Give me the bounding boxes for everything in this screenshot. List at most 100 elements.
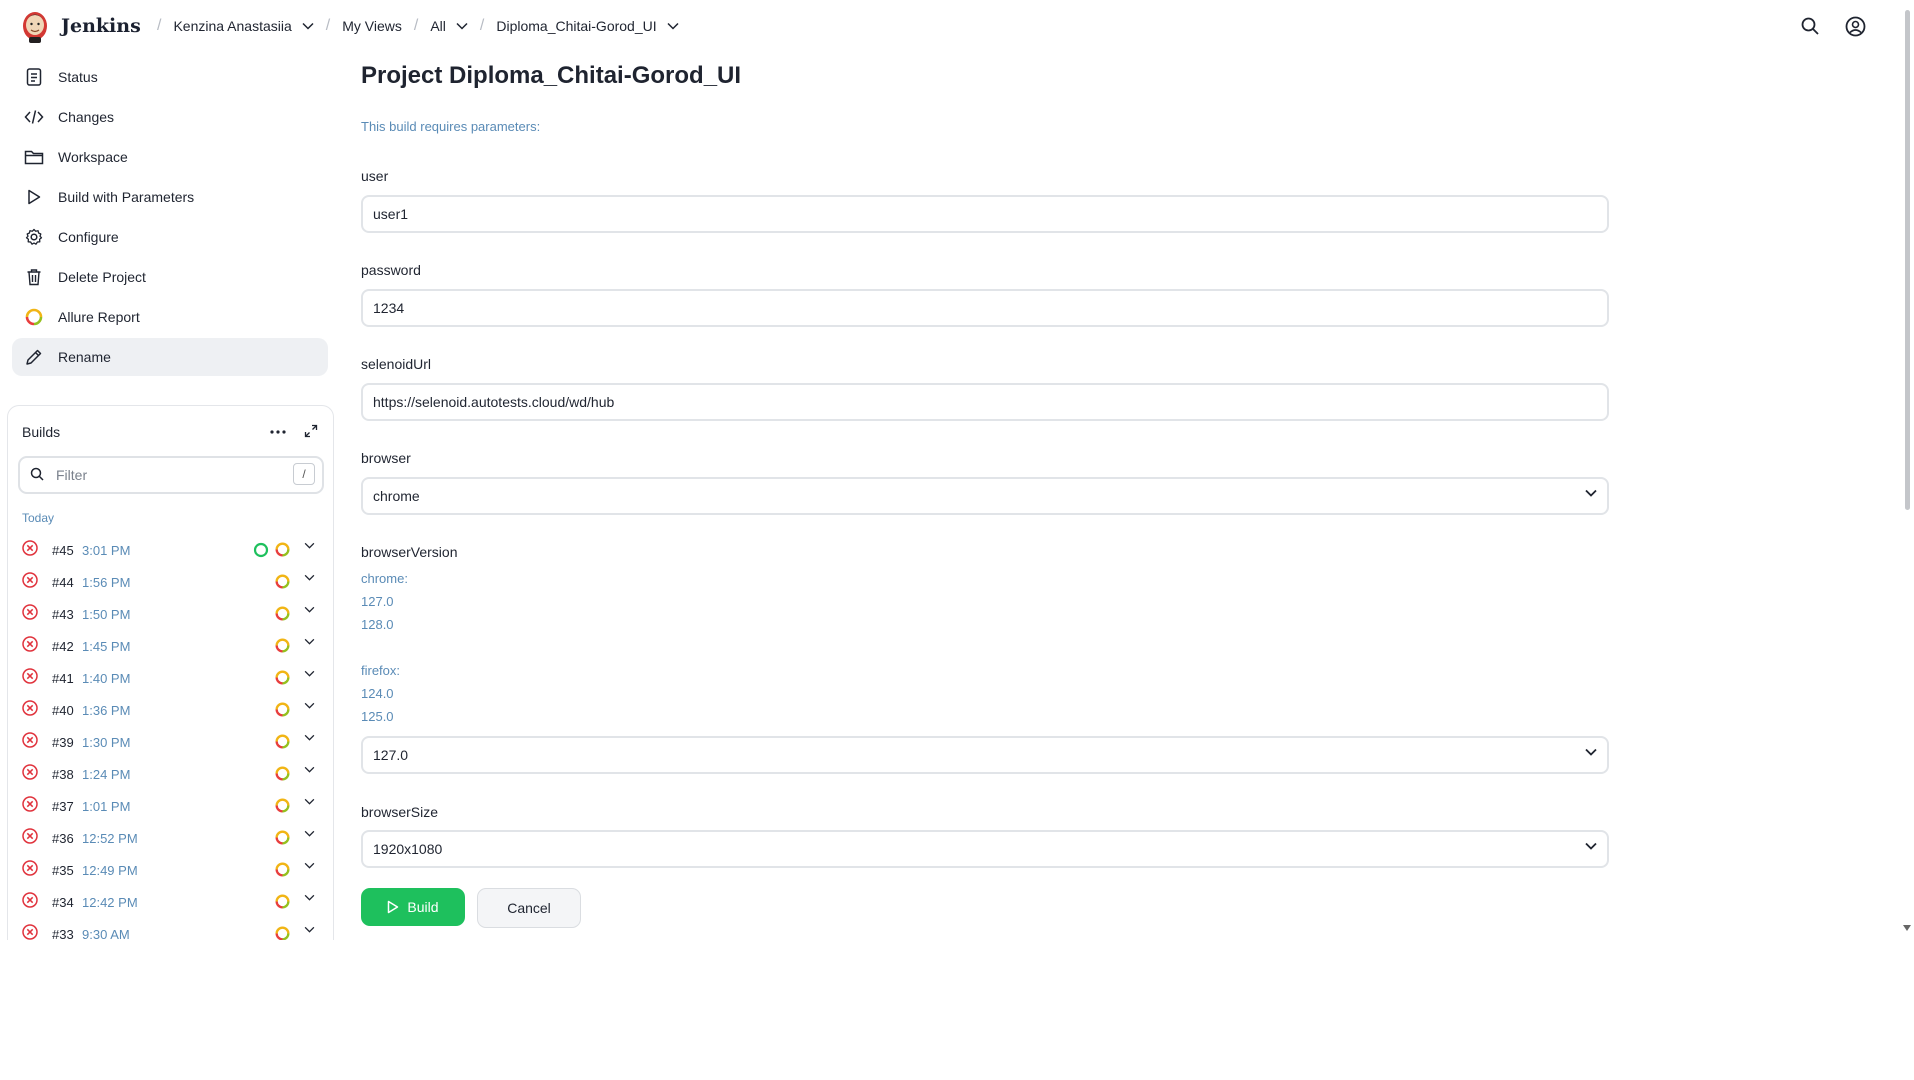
build-time[interactable]: 3:01 PM bbox=[82, 543, 130, 558]
browser-version-select[interactable]: 127.0 bbox=[361, 736, 1609, 774]
task-allure-report[interactable]: Allure Report bbox=[12, 298, 328, 336]
browser-size-select[interactable]: 1920x1080 bbox=[361, 830, 1609, 868]
user-field[interactable]: user1 bbox=[361, 195, 1609, 233]
jenkins-logo[interactable] bbox=[20, 8, 50, 44]
chevron-down-icon[interactable] bbox=[302, 22, 314, 30]
build-row[interactable]: #37 1:01 PM bbox=[8, 790, 333, 822]
brand-name[interactable]: Jenkins bbox=[61, 15, 141, 37]
build-row[interactable]: #45 3:01 PM bbox=[8, 534, 333, 566]
allure-icon[interactable] bbox=[275, 734, 290, 749]
allure-icon[interactable] bbox=[275, 606, 290, 621]
build-number[interactable]: #36 bbox=[52, 831, 74, 846]
chevron-down-icon[interactable] bbox=[304, 670, 315, 677]
user-account-icon[interactable] bbox=[1845, 16, 1866, 37]
chevron-down-icon[interactable] bbox=[304, 638, 315, 645]
build-number[interactable]: #34 bbox=[52, 895, 74, 910]
chevron-down-icon[interactable] bbox=[304, 574, 315, 581]
build-number[interactable]: #38 bbox=[52, 767, 74, 782]
allure-icon[interactable] bbox=[275, 670, 290, 685]
build-button[interactable]: Build bbox=[361, 888, 465, 926]
chevron-down-icon[interactable] bbox=[304, 862, 315, 869]
breadcrumb-item-project[interactable]: Diploma_Chitai-Gorod_UI bbox=[496, 18, 656, 34]
chevron-down-icon[interactable] bbox=[304, 798, 315, 805]
build-row[interactable]: #43 1:50 PM bbox=[8, 598, 333, 630]
build-number[interactable]: #37 bbox=[52, 799, 74, 814]
task-build-with-parameters[interactable]: Build with Parameters bbox=[12, 178, 328, 216]
breadcrumb-item-user[interactable]: Kenzina Anastasiia bbox=[173, 18, 291, 34]
more-options-icon[interactable] bbox=[270, 430, 286, 434]
allure-icon[interactable] bbox=[275, 862, 290, 877]
task-configure[interactable]: Configure bbox=[12, 218, 328, 256]
build-number[interactable]: #41 bbox=[52, 671, 74, 686]
build-time[interactable]: 12:52 PM bbox=[82, 831, 138, 846]
task-rename[interactable]: Rename bbox=[12, 338, 328, 376]
build-row[interactable]: #35 12:49 PM bbox=[8, 854, 333, 886]
build-number[interactable]: #35 bbox=[52, 863, 74, 878]
expand-icon[interactable] bbox=[304, 424, 318, 438]
build-number[interactable]: #43 bbox=[52, 607, 74, 622]
allure-icon[interactable] bbox=[275, 702, 290, 717]
build-number[interactable]: #40 bbox=[52, 703, 74, 718]
build-number[interactable]: #39 bbox=[52, 735, 74, 750]
breadcrumb-separator: / bbox=[413, 17, 419, 34]
allure-icon[interactable] bbox=[275, 542, 290, 557]
build-time[interactable]: 1:45 PM bbox=[82, 639, 130, 654]
chevron-down-icon[interactable] bbox=[667, 22, 679, 30]
search-icon[interactable] bbox=[1800, 16, 1820, 36]
folder-icon bbox=[24, 147, 44, 167]
build-time[interactable]: 1:01 PM bbox=[82, 799, 130, 814]
build-row[interactable]: #42 1:45 PM bbox=[8, 630, 333, 662]
allure-icon[interactable] bbox=[275, 926, 290, 941]
password-field[interactable]: 1234 bbox=[361, 289, 1609, 327]
chevron-down-icon[interactable] bbox=[304, 926, 315, 933]
task-workspace[interactable]: Workspace bbox=[12, 138, 328, 176]
chevron-down-icon[interactable] bbox=[456, 22, 468, 30]
build-time[interactable]: 1:30 PM bbox=[82, 735, 130, 750]
selenoid-url-field[interactable]: https://selenoid.autotests.cloud/wd/hub bbox=[361, 383, 1609, 421]
build-number[interactable]: #44 bbox=[52, 575, 74, 590]
build-time[interactable]: 1:50 PM bbox=[82, 607, 130, 622]
allure-icon[interactable] bbox=[275, 830, 290, 845]
vertical-scrollbar[interactable] bbox=[1900, 0, 1914, 940]
chevron-down-icon[interactable] bbox=[304, 830, 315, 837]
allure-icon[interactable] bbox=[275, 798, 290, 813]
browser-select[interactable]: chrome bbox=[361, 477, 1609, 515]
chevron-down-icon[interactable] bbox=[304, 606, 315, 613]
pencil-icon bbox=[24, 347, 44, 367]
chevron-down-icon[interactable] bbox=[304, 734, 315, 741]
breadcrumb-item-my-views[interactable]: My Views bbox=[342, 18, 402, 34]
build-time[interactable]: 1:40 PM bbox=[82, 671, 130, 686]
chevron-down-icon[interactable] bbox=[304, 894, 315, 901]
allure-icon[interactable] bbox=[275, 894, 290, 909]
build-row[interactable]: #41 1:40 PM bbox=[8, 662, 333, 694]
allure-icon[interactable] bbox=[275, 574, 290, 589]
build-row[interactable]: #34 12:42 PM bbox=[8, 886, 333, 918]
build-row[interactable]: #44 1:56 PM bbox=[8, 566, 333, 598]
allure-icon[interactable] bbox=[275, 638, 290, 653]
build-row[interactable]: #36 12:52 PM bbox=[8, 822, 333, 854]
build-time[interactable]: 12:49 PM bbox=[82, 863, 138, 878]
failure-status-icon bbox=[22, 892, 38, 908]
build-row[interactable]: #39 1:30 PM bbox=[8, 726, 333, 758]
build-time[interactable]: 1:24 PM bbox=[82, 767, 130, 782]
breadcrumb-item-all[interactable]: All bbox=[430, 18, 446, 34]
chevron-down-icon[interactable] bbox=[304, 766, 315, 773]
allure-icon[interactable] bbox=[275, 766, 290, 781]
build-time[interactable]: 1:36 PM bbox=[82, 703, 130, 718]
task-status[interactable]: Status bbox=[12, 58, 328, 96]
chevron-down-icon[interactable] bbox=[304, 702, 315, 709]
scroll-down-arrow[interactable] bbox=[1903, 925, 1911, 931]
build-time[interactable]: 1:56 PM bbox=[82, 575, 130, 590]
build-row[interactable]: #38 1:24 PM bbox=[8, 758, 333, 790]
task-changes[interactable]: Changes bbox=[12, 98, 328, 136]
failure-status-icon bbox=[22, 572, 38, 588]
builds-filter-input[interactable]: Filter / bbox=[18, 456, 324, 494]
chevron-down-icon[interactable] bbox=[304, 542, 315, 549]
build-number[interactable]: #42 bbox=[52, 639, 74, 654]
build-time[interactable]: 12:42 PM bbox=[82, 895, 138, 910]
build-row[interactable]: #40 1:36 PM bbox=[8, 694, 333, 726]
scrollbar-thumb[interactable] bbox=[1905, 10, 1910, 510]
task-delete-project[interactable]: Delete Project bbox=[12, 258, 328, 296]
cancel-button[interactable]: Cancel bbox=[477, 888, 581, 928]
build-number[interactable]: #45 bbox=[52, 543, 74, 558]
